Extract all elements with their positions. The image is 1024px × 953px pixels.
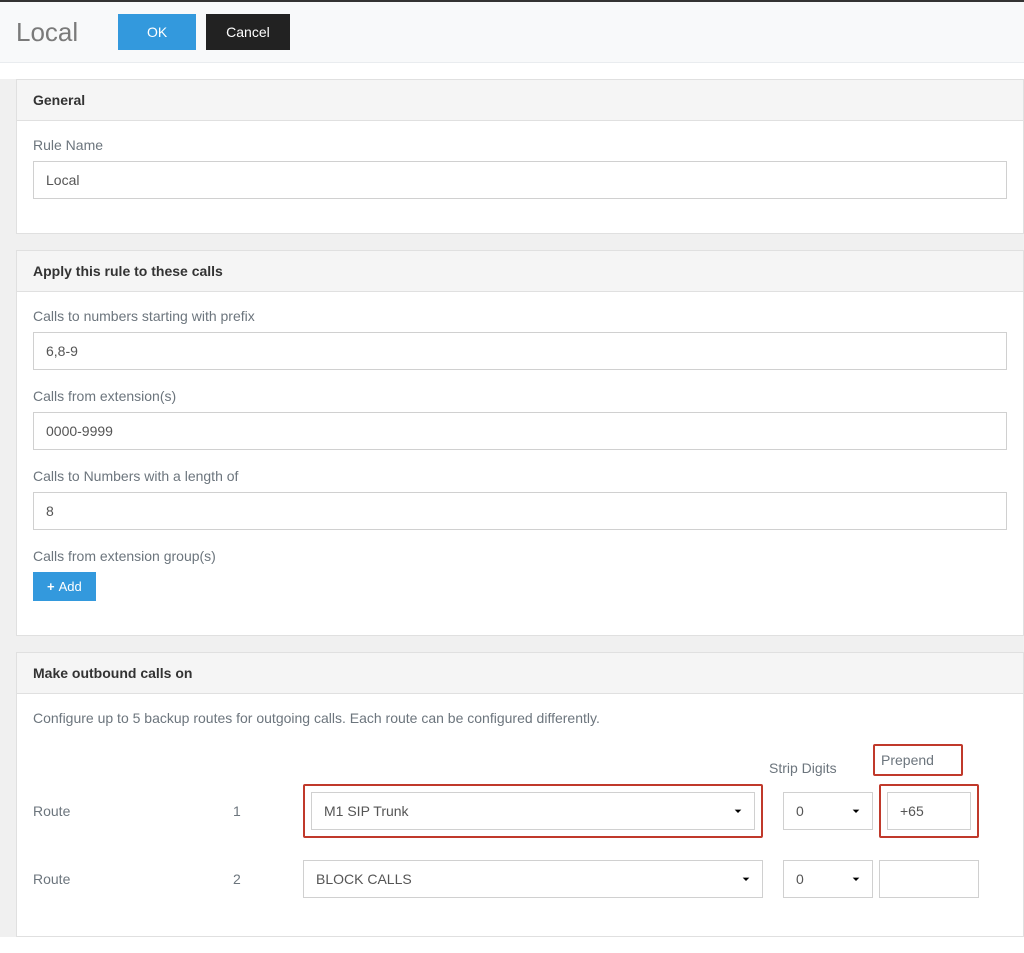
form-group-prefix: Calls to numbers starting with prefix — [33, 308, 1007, 370]
form-group-ext-group: Calls from extension group(s) + Add — [33, 548, 1007, 601]
from-group-label: Calls from extension group(s) — [33, 548, 1007, 564]
route-trunk-wrap-2: BLOCK CALLS — [303, 852, 763, 906]
panel-outbound-heading: Make outbound calls on — [17, 653, 1023, 694]
route-prepend-input-1[interactable] — [887, 792, 971, 830]
form-group-rule-name: Rule Name — [33, 137, 1007, 199]
strip-digits-label: Strip Digits — [763, 760, 863, 776]
route-header-row: Strip Digits Prepend — [33, 744, 1007, 776]
panel-apply-heading: Apply this rule to these calls — [17, 251, 1023, 292]
route-strip-wrap-2: 0 — [783, 852, 873, 906]
from-ext-input[interactable] — [33, 412, 1007, 450]
plus-icon: + — [47, 579, 55, 594]
header-bar: Local OK Cancel — [0, 2, 1024, 63]
route-strip-select-2[interactable]: 0 — [783, 860, 873, 898]
panel-general-body: Rule Name — [17, 121, 1023, 233]
route-trunk-select-2[interactable]: BLOCK CALLS — [303, 860, 763, 898]
route-row-2: Route 2 BLOCK CALLS 0 — [33, 852, 1007, 906]
prefix-input[interactable] — [33, 332, 1007, 370]
length-label: Calls to Numbers with a length of — [33, 468, 1007, 484]
route-prepend-wrap-2 — [879, 852, 979, 906]
panel-apply-body: Calls to numbers starting with prefix Ca… — [17, 292, 1023, 635]
route-label-1: Route — [33, 803, 233, 819]
panel-apply-rule: Apply this rule to these calls Calls to … — [16, 250, 1024, 636]
rule-name-label: Rule Name — [33, 137, 1007, 153]
route-trunk-select-1[interactable]: M1 SIP Trunk — [311, 792, 755, 830]
cancel-button[interactable]: Cancel — [206, 14, 290, 50]
panel-general-heading: General — [17, 80, 1023, 121]
content-wrapper: General Rule Name Apply this rule to the… — [0, 79, 1024, 937]
add-label: Add — [59, 579, 82, 594]
panel-general: General Rule Name — [16, 79, 1024, 234]
route-prepend-input-2[interactable] — [879, 860, 979, 898]
route-strip-select-1[interactable]: 0 — [783, 792, 873, 830]
form-group-length: Calls to Numbers with a length of — [33, 468, 1007, 530]
page-title: Local — [16, 17, 78, 48]
form-group-from-ext: Calls from extension(s) — [33, 388, 1007, 450]
route-num-2: 2 — [233, 871, 303, 887]
outbound-description: Configure up to 5 backup routes for outg… — [33, 710, 1007, 726]
prepend-label: Prepend — [873, 744, 963, 776]
panel-outbound-body: Configure up to 5 backup routes for outg… — [17, 694, 1023, 936]
add-extension-group-button[interactable]: + Add — [33, 572, 96, 601]
panel-outbound: Make outbound calls on Configure up to 5… — [16, 652, 1024, 937]
from-ext-label: Calls from extension(s) — [33, 388, 1007, 404]
length-input[interactable] — [33, 492, 1007, 530]
route-num-1: 1 — [233, 803, 303, 819]
route-label-2: Route — [33, 871, 233, 887]
route-table: Strip Digits Prepend Route 1 M1 SIP Trun… — [33, 744, 1007, 906]
ok-button[interactable]: OK — [118, 14, 196, 50]
prefix-label: Calls to numbers starting with prefix — [33, 308, 1007, 324]
rule-name-input[interactable] — [33, 161, 1007, 199]
